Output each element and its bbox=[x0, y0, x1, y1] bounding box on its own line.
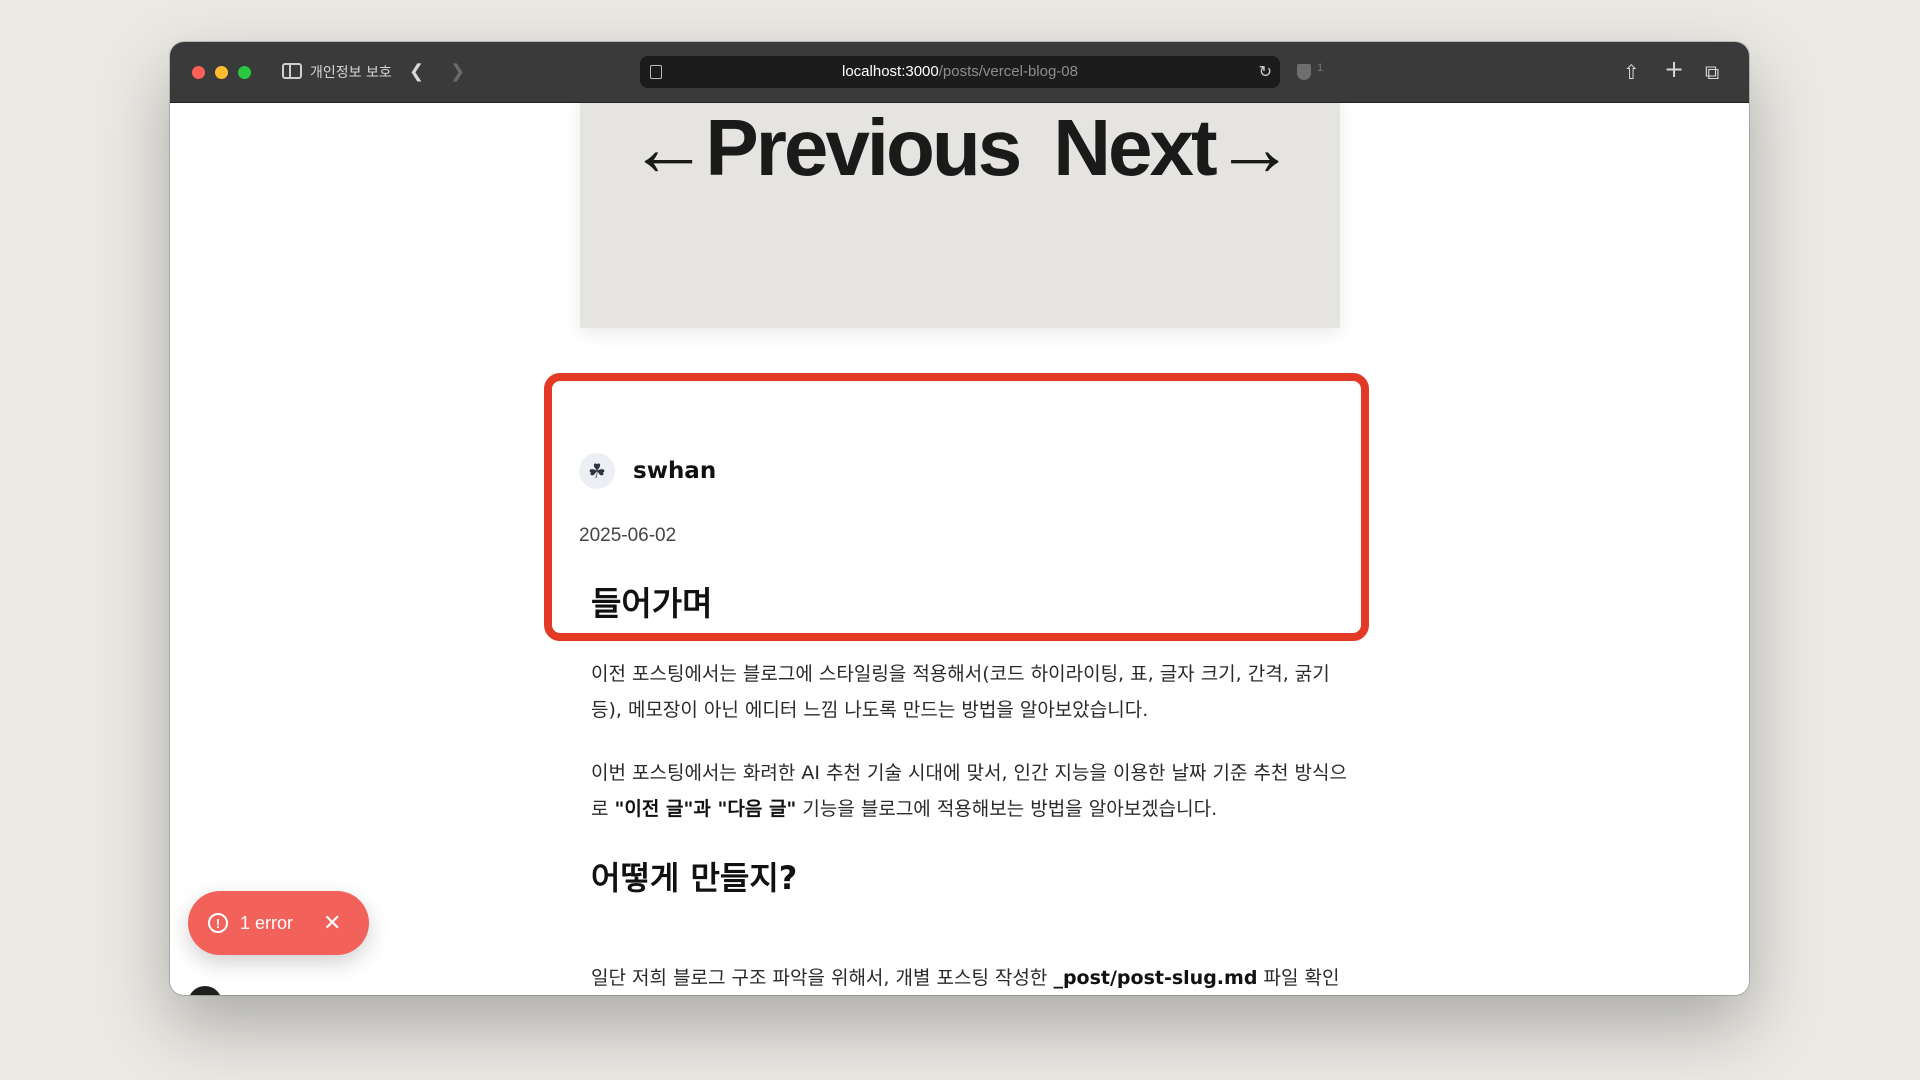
post-date: 2025-06-02 bbox=[579, 525, 677, 546]
plus-icon[interactable]: + bbox=[1664, 57, 1684, 81]
post-paragraph: 이번 포스팅에서는 화려한 AI 추천 기술 시대에 맞서, 인간 지능을 이용… bbox=[591, 755, 1351, 827]
author-info: ☘ swhan bbox=[579, 453, 716, 489]
browser-toolbar: 개인정보 보호 ❮ ❯ localhost:3000/posts/vercel-… bbox=[170, 42, 1749, 103]
url-host: localhost:3000 bbox=[842, 63, 939, 80]
paragraph-bold-text: "이전 글"과 "다음 글" bbox=[614, 798, 797, 820]
chevron-left-icon[interactable]: ❮ bbox=[409, 60, 424, 84]
post-cover-image: ←Previous Next→ bbox=[580, 103, 1340, 328]
tabs-overview-icon[interactable]: ⧉ bbox=[1705, 60, 1719, 84]
reload-icon[interactable]: ↻ bbox=[1259, 56, 1272, 88]
alert-circle-icon: ! bbox=[208, 913, 228, 933]
url-path: /posts/vercel-blog-08 bbox=[938, 63, 1078, 80]
paragraph-text: 일단 저희 블로그 구조 파악을 위해서, 개별 포스팅 작성한 bbox=[591, 967, 1054, 989]
author-name: swhan bbox=[633, 458, 717, 484]
chevron-right-icon[interactable]: ❯ bbox=[450, 60, 465, 84]
close-window-button[interactable] bbox=[192, 66, 205, 79]
address-bar[interactable]: localhost:3000/posts/vercel-blog-08 ↻ bbox=[640, 56, 1280, 88]
error-indicator-button[interactable]: ! 1 error ✕ bbox=[188, 891, 369, 955]
post-paragraph: 이전 포스팅에서는 블로그에 스타일링을 적용해서(코드 하이라이팅, 표, 글… bbox=[591, 663, 1330, 721]
post-paragraph: 일단 저희 블로그 구조 파악을 위해서, 개별 포스팅 작성한 _post/p… bbox=[591, 960, 1351, 995]
minimize-window-button[interactable] bbox=[215, 66, 228, 79]
cover-title: ←Previous Next→ bbox=[580, 103, 1340, 203]
swan-icon: ☘ bbox=[579, 453, 615, 489]
browser-window: 개인정보 보호 ❮ ❯ localhost:3000/posts/vercel-… bbox=[170, 42, 1749, 995]
tracker-count: 1 bbox=[1317, 62, 1324, 74]
share-icon[interactable]: ⇧ bbox=[1623, 60, 1640, 84]
zoom-window-button[interactable] bbox=[238, 66, 251, 79]
error-count-label: 1 error bbox=[240, 912, 294, 933]
paragraph-bold-text: _post/post-slug.md bbox=[1053, 967, 1258, 989]
cover-next-text: Next→ bbox=[1053, 103, 1294, 192]
url-text: localhost:3000/posts/vercel-blog-08 bbox=[640, 56, 1280, 88]
paragraph-text: 기능을 블로그에 적용해보는 방법을 알아보겠습니다. bbox=[796, 798, 1218, 820]
private-browsing-label: 개인정보 보호 bbox=[310, 65, 392, 81]
sidebar-icon[interactable] bbox=[282, 63, 302, 79]
section-heading: 어떻게 만들지? bbox=[591, 859, 798, 897]
post-section-title: 들어가며 bbox=[591, 584, 713, 623]
page-content: ←Previous Next→ ☘ swhan 2025-06-02 들어가며 … bbox=[170, 103, 1749, 995]
close-icon[interactable]: ✕ bbox=[323, 911, 341, 936]
privacy-shield-icon[interactable] bbox=[1297, 64, 1311, 80]
bolt-icon[interactable]: ⚡ bbox=[188, 986, 222, 995]
cover-previous-text: ←Previous bbox=[628, 103, 1022, 192]
